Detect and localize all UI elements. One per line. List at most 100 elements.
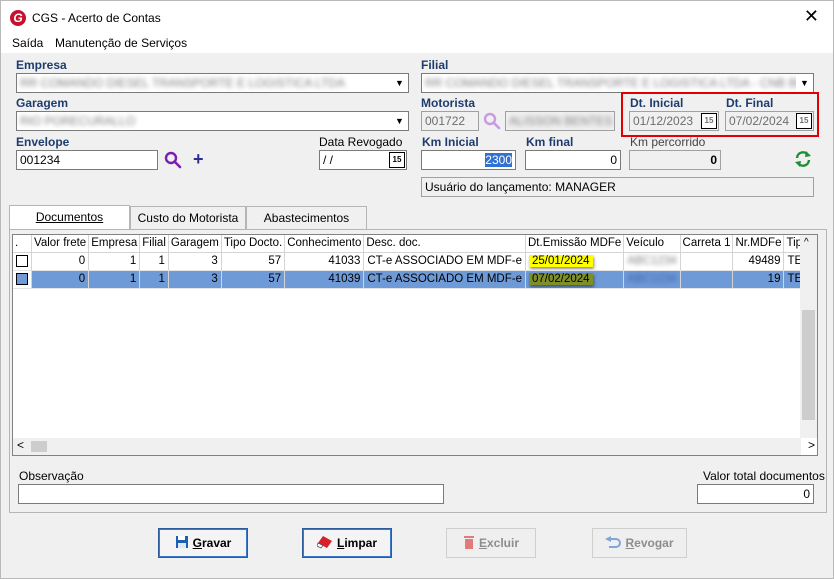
gravar-button[interactable]: Gravar <box>158 528 248 558</box>
cell-carreta[interactable] <box>680 270 734 289</box>
cell-nr-mdfe[interactable]: 49489 <box>732 252 785 271</box>
grid-vertical-scrollbar[interactable]: ^ <box>800 235 817 438</box>
motorista-label: Motorista <box>421 96 475 110</box>
table-row[interactable]: 0 1 1 3 57 41033 CT-e ASSOCIADO EM MDF-e… <box>13 252 817 271</box>
column-header[interactable]: Valor frete <box>31 235 90 253</box>
table-row-selected[interactable]: 0 1 1 3 57 41039 CT-e ASSOCIADO EM MDF-e… <box>13 270 817 289</box>
envelope-input[interactable]: 001234 <box>16 150 158 170</box>
cell-tipo-docto[interactable]: 57 <box>221 252 286 271</box>
km-percorrido-field: 0 <box>629 150 721 170</box>
km-final-input[interactable]: 0 <box>525 150 621 170</box>
revogar-button[interactable]: Revogar <box>592 528 687 558</box>
window-title: CGS - Acerto de Contas <box>32 11 161 25</box>
scroll-left-icon[interactable]: < <box>17 438 24 452</box>
trash-icon <box>463 536 474 549</box>
column-header[interactable]: Dt.Emissão MDFe <box>525 235 625 253</box>
column-header[interactable]: Tipo Docto. <box>221 235 286 253</box>
limpar-button[interactable]: Limpar <box>302 528 392 558</box>
motorista-name-field[interactable]: ALISSON BENTES <box>505 111 615 131</box>
table-header-row: . Valor frete Empresa Filial Garagem Tip… <box>13 235 817 253</box>
tab-abastecimentos-label: Abastecimentos <box>263 211 350 225</box>
eraser-icon <box>316 536 332 549</box>
column-header[interactable]: Conhecimento <box>284 235 365 253</box>
cell-empresa[interactable]: 1 <box>88 252 141 271</box>
horizontal-scroll-thumb[interactable] <box>31 441 47 452</box>
tab-custo-motorista[interactable]: Custo do Motorista <box>130 206 246 230</box>
save-icon <box>175 536 188 548</box>
cell-filial[interactable]: 1 <box>139 270 169 289</box>
cell-valor-frete[interactable]: 0 <box>31 252 90 271</box>
tab-abastecimentos[interactable]: Abastecimentos <box>246 206 367 230</box>
km-percorrido-label: Km percorrido <box>630 135 706 149</box>
cell-veiculo[interactable]: ABC1234 <box>623 252 681 271</box>
cell-carreta[interactable] <box>680 252 734 271</box>
column-header[interactable]: Desc. doc. <box>363 235 526 253</box>
empresa-label: Empresa <box>16 58 67 72</box>
add-icon[interactable]: + <box>193 149 204 170</box>
cell-garagem[interactable]: 3 <box>168 270 222 289</box>
cell-conhecimento[interactable]: 41033 <box>284 252 365 271</box>
column-header[interactable]: Filial <box>139 235 169 253</box>
envelope-search-icon[interactable] <box>164 151 182 169</box>
tab-documentos[interactable]: Documentos <box>9 205 130 231</box>
excluir-mnemonic: E <box>478 536 487 550</box>
chevron-down-icon[interactable]: ▼ <box>796 74 813 92</box>
cell-desc-doc[interactable]: CT-e ASSOCIADO EM MDF-e <box>363 270 526 289</box>
data-revogado-field[interactable]: / / 15 <box>319 150 407 170</box>
cell-desc-doc[interactable]: CT-e ASSOCIADO EM MDF-e <box>363 252 526 271</box>
close-icon[interactable]: ✕ <box>804 7 819 25</box>
cell-empresa[interactable]: 1 <box>88 270 141 289</box>
dt-emissao-highlight: 25/01/2024 <box>529 255 593 267</box>
calendar-icon[interactable]: 15 <box>389 152 405 168</box>
chevron-down-icon[interactable]: ▼ <box>391 74 408 92</box>
menu-item-manutencao-servicos[interactable]: Manutenção de Serviços <box>55 36 187 50</box>
veiculo-value: ABC1234 <box>627 255 677 267</box>
data-revogado-value: / / <box>323 153 334 167</box>
cell-garagem[interactable]: 3 <box>168 252 222 271</box>
cell-valor-frete[interactable]: 0 <box>31 270 90 289</box>
row-checkbox[interactable] <box>16 254 28 267</box>
filial-select[interactable]: RR COMANDO DIESEL TRANSPORTE E LOGISTICA… <box>421 73 814 93</box>
chevron-down-icon[interactable]: ▼ <box>391 112 408 130</box>
cell-dt-emissao[interactable]: 07/02/2024 <box>525 270 625 289</box>
gravar-mnemonic: G <box>192 536 202 550</box>
cell-veiculo[interactable]: ABC1234 <box>623 270 681 289</box>
row-checkbox-cell[interactable] <box>13 270 32 289</box>
cell-conhecimento[interactable]: 41039 <box>284 270 365 289</box>
grid-horizontal-scrollbar[interactable]: < > <box>13 438 815 455</box>
vertical-scroll-thumb[interactable] <box>802 310 815 420</box>
cell-filial[interactable]: 1 <box>139 252 169 271</box>
km-inicial-value: 2300 <box>485 153 512 167</box>
column-header[interactable]: Carreta 1 <box>680 235 734 253</box>
menu-item-saida[interactable]: Saída <box>12 36 43 50</box>
date-range-annotation-box <box>621 92 819 137</box>
motorista-code-field[interactable]: 001722 <box>421 111 479 131</box>
revogar-label: evogar <box>634 536 674 550</box>
km-inicial-input[interactable]: 2300 <box>421 150 516 170</box>
row-checkbox-cell[interactable] <box>13 252 32 271</box>
documentos-grid[interactable]: . Valor frete Empresa Filial Garagem Tip… <box>12 234 818 456</box>
motorista-search-icon[interactable] <box>483 112 501 130</box>
column-header[interactable]: Empresa <box>88 235 141 253</box>
refresh-icon[interactable] <box>794 150 812 168</box>
gravar-label: ravar <box>201 536 232 550</box>
garagem-select[interactable]: RIO PORECURALLO ▼ <box>16 111 409 131</box>
column-header[interactable]: Garagem <box>168 235 222 253</box>
cell-dt-emissao[interactable]: 25/01/2024 <box>525 252 625 271</box>
cell-tipo-docto[interactable]: 57 <box>221 270 286 289</box>
row-checkbox[interactable] <box>16 272 28 285</box>
scroll-right-icon[interactable]: > <box>808 438 815 452</box>
excluir-button[interactable]: Excluir <box>446 528 536 558</box>
column-header[interactable]: . <box>13 235 32 253</box>
cell-nr-mdfe[interactable]: 19 <box>732 270 785 289</box>
data-revogado-label: Data Revogado <box>319 135 403 149</box>
excluir-label: xcluir <box>487 536 520 550</box>
observacao-input[interactable] <box>18 484 444 504</box>
revogar-mnemonic: R <box>625 536 635 550</box>
empresa-select[interactable]: RR COMANDO DIESEL TRANSPORTE E LOGISTICA… <box>16 73 409 93</box>
scroll-up-icon[interactable]: ^ <box>804 237 809 248</box>
menu-bar: Saída Manutenção de Serviços <box>1 33 833 53</box>
column-header[interactable]: Nr.MDFe <box>732 235 785 253</box>
tab-custo-motorista-label: Custo do Motorista <box>137 211 239 225</box>
column-header[interactable]: Veículo <box>623 235 681 253</box>
